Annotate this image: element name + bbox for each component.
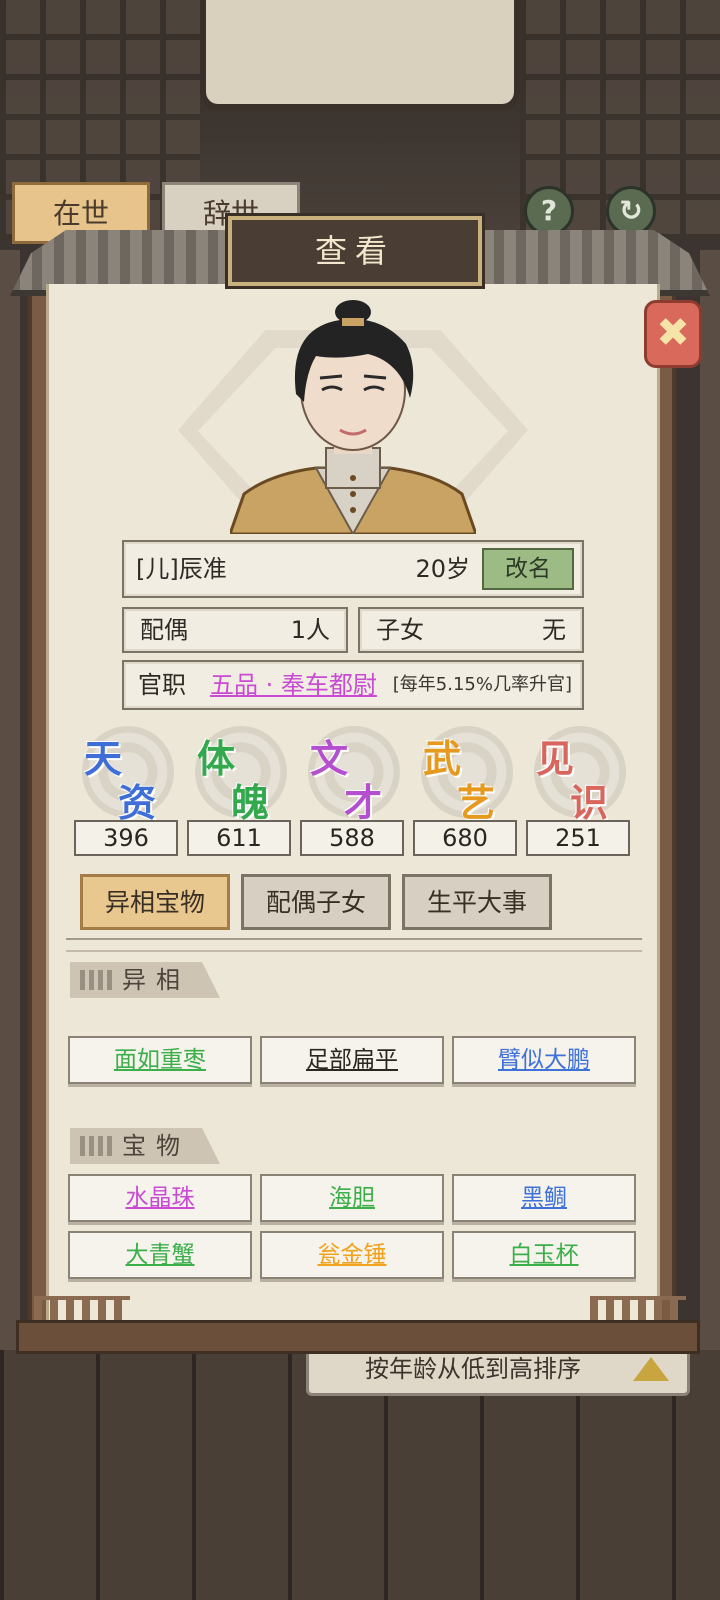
treasure-label: 水晶珠	[125, 1185, 195, 1211]
attribute-char-1: 天	[84, 736, 123, 781]
traits-header: 异相	[70, 962, 220, 998]
painting-window	[200, 0, 520, 110]
back-icon[interactable]: ↻	[606, 186, 656, 236]
person-age: 20岁	[415, 555, 470, 583]
right-rail	[700, 250, 720, 1350]
children-value: 无	[542, 616, 566, 644]
attribute-knowledge: 见 识 251	[526, 724, 632, 858]
attribute-char-1: 体	[197, 736, 236, 781]
trait-item[interactable]: 足部扁平	[260, 1036, 444, 1084]
treasure-item[interactable]: 海胆	[260, 1174, 444, 1222]
close-icon[interactable]: ✖	[644, 300, 702, 368]
attribute-value: 251	[526, 820, 630, 856]
section-divider	[66, 938, 642, 952]
attribute-char-2: 识	[570, 780, 609, 825]
office-row: 官职 五品 · 奉车都尉 [每年5.15%几率升官]	[122, 660, 584, 710]
trait-item[interactable]: 面如重枣	[68, 1036, 252, 1084]
attribute-talent: 天 资 396	[74, 724, 180, 858]
attribute-value: 588	[300, 820, 404, 856]
office-label: 官职	[138, 671, 186, 699]
attribute-value: 680	[413, 820, 517, 856]
spouse-row: 配偶 1人	[122, 607, 348, 653]
treasure-label: 海胆	[329, 1185, 375, 1211]
character-portrait	[230, 300, 476, 534]
trait-item[interactable]: 臂似大鹏	[452, 1036, 636, 1084]
attribute-char-2: 才	[344, 780, 383, 825]
sort-triangle-icon	[633, 1357, 669, 1381]
attribute-literary: 文 才 588	[300, 724, 406, 858]
left-rail	[0, 250, 20, 1350]
attribute-martial: 武 艺 680	[413, 724, 519, 858]
attribute-char-1: 见	[536, 736, 575, 781]
treasure-item[interactable]: 白玉杯	[452, 1231, 636, 1279]
attribute-value: 396	[74, 820, 178, 856]
name-row: [儿]辰准 20岁 改名	[122, 540, 584, 598]
children-label: 子女	[376, 616, 424, 644]
children-row: 子女 无	[358, 607, 584, 653]
treasure-item[interactable]: 瓮金锤	[260, 1231, 444, 1279]
traits-title: 异相	[122, 966, 190, 994]
attribute-char-2: 魄	[231, 780, 270, 825]
dialog-foot	[16, 1320, 700, 1354]
attribute-physique: 体 魄 611	[187, 724, 293, 858]
trait-label: 足部扁平	[306, 1047, 398, 1073]
dialog-title: 查看	[314, 232, 395, 270]
treasure-item[interactable]: 水晶珠	[68, 1174, 252, 1222]
sort-label: 按年龄从低到高排序	[365, 1355, 581, 1383]
treasure-item[interactable]: 大青蟹	[68, 1231, 252, 1279]
header-decoration	[80, 970, 114, 990]
person-name: [儿]辰准	[136, 555, 227, 583]
help-icon[interactable]: ?	[524, 186, 574, 236]
treasure-item[interactable]: 黑鲷	[452, 1174, 636, 1222]
tab-spouse-children[interactable]: 配偶子女	[241, 874, 391, 930]
dialog-title-board: 查看	[228, 216, 482, 286]
tab-life-events[interactable]: 生平大事	[402, 874, 552, 930]
header-decoration	[80, 1136, 114, 1156]
attribute-char-2: 资	[118, 780, 157, 825]
attribute-char-2: 艺	[457, 780, 496, 825]
treasure-label: 大青蟹	[125, 1242, 195, 1268]
trait-label: 臂似大鹏	[498, 1047, 590, 1073]
treasure-label: 黑鲷	[521, 1185, 567, 1211]
attribute-value: 611	[187, 820, 291, 856]
treasure-label: 瓮金锤	[317, 1242, 387, 1268]
rename-button[interactable]: 改名	[482, 548, 574, 590]
spouse-label: 配偶	[140, 616, 188, 644]
office-link[interactable]: 五品 · 奉车都尉	[210, 662, 377, 708]
treasure-label: 白玉杯	[509, 1242, 579, 1268]
tab-traits-treasures[interactable]: 异相宝物	[80, 874, 230, 930]
treasures-header: 宝物	[70, 1128, 220, 1164]
attribute-char-1: 武	[423, 736, 462, 781]
treasures-title: 宝物	[122, 1132, 190, 1160]
trait-label: 面如重枣	[114, 1047, 206, 1073]
promotion-rate: [每年5.15%几率升官]	[392, 674, 572, 695]
spouse-value: 1人	[290, 616, 330, 644]
attribute-char-1: 文	[310, 736, 349, 781]
